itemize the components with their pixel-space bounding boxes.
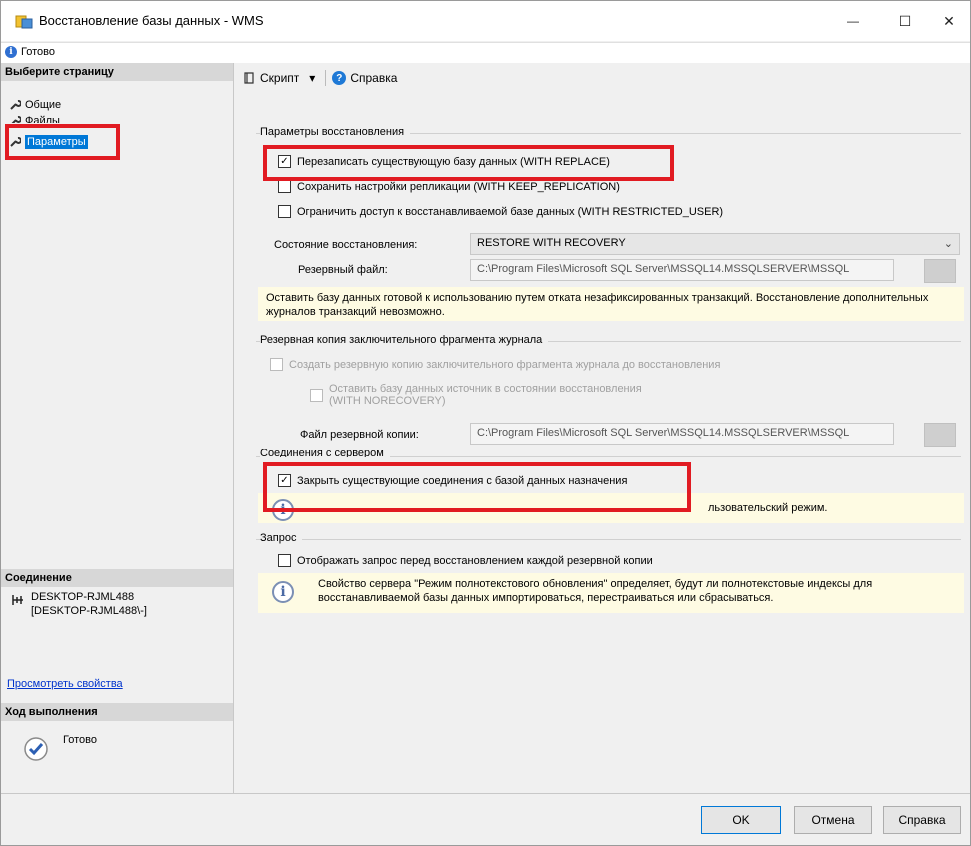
toolbar-separator	[325, 70, 327, 86]
checkbox-box[interactable]	[310, 389, 323, 402]
backup-browse-button[interactable]	[924, 423, 956, 447]
leave-source-line2: (WITH NORECOVERY)	[329, 395, 446, 407]
recovery-state-label: Состояние восстановления:	[274, 239, 418, 251]
checkbox-label: Отображать запрос перед восстановлением …	[297, 554, 653, 567]
highlight-box	[263, 145, 674, 181]
select-page-header: Выберите страницу	[1, 63, 233, 81]
script-button[interactable]: Скрипт	[242, 71, 299, 85]
connection-user: [DESKTOP-RJML488\-]	[31, 605, 147, 617]
checkbox-label: Создать резервную копию заключительного …	[289, 358, 721, 371]
chevron-down-icon: ⌄	[943, 238, 953, 250]
wrench-icon	[10, 100, 21, 110]
minimize-button[interactable]: —	[831, 1, 875, 41]
progress-header: Ход выполнения	[1, 703, 233, 721]
maximize-icon: ☐	[898, 12, 912, 29]
status-text: Готово	[21, 46, 55, 58]
checkbox-box[interactable]	[278, 554, 291, 567]
database-restore-icon	[15, 15, 33, 29]
window-title: Восстановление базы данных - WMS	[39, 13, 264, 28]
tail-log-group-label: Резервная копия заключительного фрагмент…	[260, 334, 549, 346]
backup-file-input[interactable]: C:\Program Files\Microsoft SQL Server\MS…	[470, 423, 894, 445]
minimize-icon: —	[847, 14, 859, 28]
tail-log-backup-checkbox[interactable]: Создать резервную копию заключительного …	[270, 358, 720, 371]
toolbar: Скрипт ▾ ? Справка	[234, 63, 970, 93]
checkbox-label: Оставить базу данных источник в состояни…	[329, 383, 642, 407]
nav-item-label: Общие	[25, 99, 62, 111]
close-icon: ✕	[943, 12, 955, 29]
connections-info-text: льзовательский режим.	[708, 502, 828, 514]
fulltext-info-text: Свойство сервера "Режим полнотекстового …	[318, 578, 873, 604]
nav-item-general[interactable]: Общие	[9, 99, 61, 111]
recovery-state-select[interactable]: RESTORE WITH RECOVERY ⌄	[470, 233, 960, 255]
cancel-button[interactable]: Отмена	[794, 806, 872, 834]
script-dropdown-icon[interactable]: ▾	[305, 71, 319, 85]
prompt-before-restore-checkbox[interactable]: Отображать запрос перед восстановлением …	[278, 554, 653, 567]
server-connection-icon	[12, 595, 23, 605]
checkbox-box[interactable]	[278, 180, 291, 193]
title-bar: Восстановление базы данных - WMS — ☐ ✕	[1, 1, 970, 41]
keep-replication-checkbox[interactable]: Сохранить настройки репликации (WITH KEE…	[278, 180, 620, 193]
checkbox-label: Ограничить доступ к восстанавливаемой ба…	[297, 205, 724, 218]
wrench-icon	[11, 116, 21, 123]
recovery-info-box: Оставить базу данных готовой к использов…	[258, 287, 964, 321]
standby-file-label: Резервный файл:	[298, 264, 388, 276]
server-connections-group-label: Соединения с сервером	[260, 449, 390, 457]
view-connection-properties-link[interactable]: Просмотреть свойства	[7, 678, 123, 690]
restore-options-group-label: Параметры восстановления	[260, 126, 411, 138]
nav-item-files[interactable]: Файлы	[9, 115, 60, 123]
footer-divider	[1, 793, 970, 794]
help-label: Справка	[350, 71, 398, 85]
restore-database-dialog: Восстановление базы данных - WMS — ☐ ✕ i…	[0, 0, 971, 846]
backup-file-label: Файл резервной копии:	[300, 429, 419, 441]
progress-ready-icon	[24, 737, 48, 761]
help-icon: ?	[332, 71, 347, 85]
info-icon: i	[272, 581, 294, 603]
checkbox-label: Сохранить настройки репликации (WITH KEE…	[297, 180, 620, 193]
checkbox-box[interactable]	[278, 205, 291, 218]
restrict-access-checkbox[interactable]: Ограничить доступ к восстанавливаемой ба…	[278, 205, 723, 218]
nav-item-label: Файлы	[25, 115, 60, 123]
help-toolbar-button[interactable]: ? Справка	[332, 71, 397, 85]
ok-button[interactable]: OK	[701, 806, 781, 834]
group-divider	[256, 539, 961, 540]
status-strip: i Готово	[1, 42, 970, 64]
highlight-box	[5, 124, 120, 160]
connection-header: Соединение	[1, 569, 233, 587]
help-button[interactable]: Справка	[883, 806, 961, 834]
highlight-box	[263, 462, 691, 512]
fulltext-info-box: i Свойство сервера "Режим полнотекстовог…	[258, 573, 964, 613]
info-status-icon: i	[5, 46, 17, 58]
standby-browse-button[interactable]	[924, 259, 956, 283]
progress-status: Готово	[63, 734, 97, 746]
leave-source-line1: Оставить базу данных источник в состояни…	[329, 383, 642, 395]
leave-norecovery-checkbox[interactable]: Оставить базу данных источник в состояни…	[310, 383, 642, 407]
maximize-button[interactable]: ☐	[883, 1, 927, 41]
recovery-state-value: RESTORE WITH RECOVERY	[477, 237, 626, 249]
script-label: Скрипт	[260, 71, 300, 85]
connection-server: DESKTOP-RJML488	[31, 591, 135, 603]
standby-file-input[interactable]: C:\Program Files\Microsoft SQL Server\MS…	[470, 259, 894, 281]
close-button[interactable]: ✕	[927, 1, 970, 41]
left-pane: Выберите страницу Общие Файлы Параметры …	[1, 63, 234, 793]
prompt-group-label: Запрос	[260, 532, 303, 544]
checkbox-box[interactable]	[270, 358, 283, 371]
script-icon	[244, 72, 254, 84]
